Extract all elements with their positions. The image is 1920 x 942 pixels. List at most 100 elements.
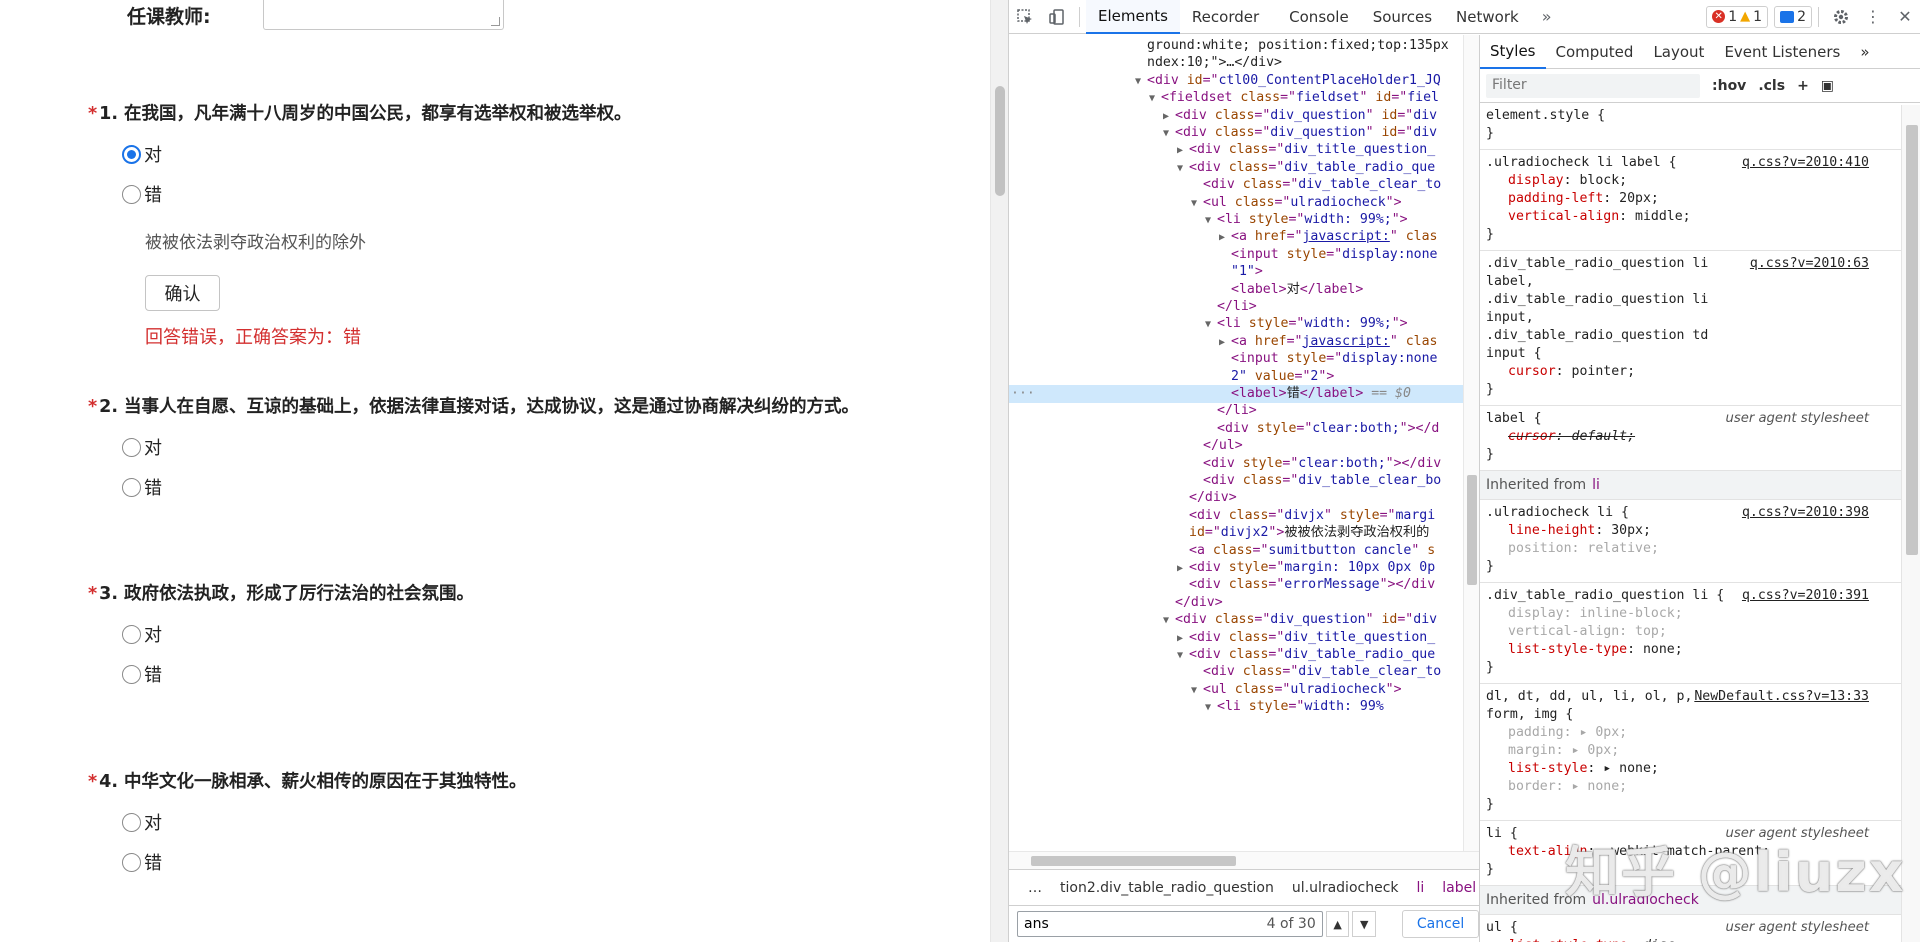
dom-node-line[interactable]: ▼ <div id="ctl00_ContentPlaceHolder1_JQ (1009, 72, 1463, 90)
css-property[interactable]: line-height: 30px; (1486, 522, 1869, 540)
expand-open-icon[interactable]: ▼ (1163, 612, 1175, 629)
tab-recorder[interactable]: Recorder (1180, 0, 1277, 34)
hover-state-toggle[interactable]: :hov (1712, 78, 1746, 94)
dom-node-line[interactable]: <input style="display:none (1009, 246, 1463, 264)
radio-label[interactable]: 错 (144, 181, 162, 207)
styles-tab[interactable]: Event Listeners (1714, 35, 1850, 69)
css-property[interactable]: vertical-align: middle; (1486, 208, 1869, 226)
radio-label[interactable]: 对 (144, 434, 162, 460)
dom-node-line[interactable]: ▼ <div class="div_question" id="div (1009, 611, 1463, 629)
css-property[interactable]: cursor: pointer; (1486, 363, 1869, 381)
more-tabs-icon[interactable]: » (1531, 0, 1563, 34)
radio-option[interactable]: 对 (122, 614, 968, 654)
dom-node-line[interactable]: 2" value="2"> (1009, 368, 1463, 386)
elements-vscroll-thumb[interactable] (1467, 475, 1477, 585)
dom-node-line[interactable]: <div class="divjx" style="margi (1009, 507, 1463, 525)
css-property[interactable]: display: block; (1486, 172, 1869, 190)
rule-source-link[interactable]: q.css?v=2010:410 (1742, 154, 1869, 172)
css-property[interactable]: display: inline-block; (1486, 605, 1869, 623)
kebab-menu-icon[interactable]: ⋮ (1857, 0, 1889, 34)
dom-node-line[interactable]: ▼ <li style="width: 99%;"> (1009, 211, 1463, 229)
radio-option[interactable]: 对 (122, 802, 968, 842)
close-devtools-icon[interactable]: ✕ (1889, 0, 1920, 34)
tab-network[interactable]: Network (1444, 0, 1531, 34)
page-scrollbar-thumb[interactable] (995, 86, 1005, 196)
radio-option[interactable]: 错 (122, 654, 968, 694)
search-previous-button[interactable]: ▲ (1325, 911, 1350, 937)
breadcrumb-item[interactable]: tion2.div_table_radio_question (1051, 880, 1283, 896)
expand-open-icon[interactable]: ▼ (1177, 160, 1189, 177)
tab-elements[interactable]: Elements (1086, 0, 1180, 34)
confirm-button[interactable]: 确认 (145, 275, 220, 311)
rule-source-link[interactable]: NewDefault.css?v=13:33 (1694, 688, 1869, 706)
dom-node-line[interactable]: ▼ <li style="width: 99% (1009, 698, 1463, 716)
dom-node-line[interactable]: ▼ <div class="div_table_radio_que (1009, 159, 1463, 177)
messages-badge[interactable]: 2 (1774, 5, 1812, 28)
dom-node-line[interactable]: <label>对</label> (1009, 281, 1463, 299)
breadcrumb-item[interactable]: … (1019, 880, 1051, 896)
css-property[interactable]: cursor: default; (1486, 428, 1869, 446)
styles-tab[interactable]: Styles (1480, 35, 1546, 69)
expand-closed-icon[interactable]: ▶ (1219, 229, 1231, 246)
expand-closed-icon[interactable]: ▶ (1177, 142, 1189, 159)
dom-node-line[interactable]: ▶ <a href="javascript:" clas (1009, 228, 1463, 246)
dom-node-line[interactable]: </ul> (1009, 437, 1463, 455)
css-property[interactable]: vertical-align: top; (1486, 623, 1869, 641)
radio-button[interactable] (122, 144, 141, 164)
css-property[interactable]: border: ▸ none; (1486, 778, 1869, 796)
dom-node-line[interactable]: </li> (1009, 402, 1463, 420)
radio-button[interactable] (122, 477, 141, 497)
css-property[interactable]: padding: ▸ 0px; (1486, 724, 1869, 742)
dom-node-line[interactable]: <div class="div_table_clear_bo (1009, 472, 1463, 490)
radio-label[interactable]: 错 (144, 661, 162, 687)
computed-sidebar-icon[interactable]: ▣ (1821, 78, 1834, 94)
dom-node-line[interactable]: "1"> (1009, 263, 1463, 281)
rule-selector[interactable]: element.style { (1486, 107, 1869, 125)
dom-node-line[interactable]: ▼ <ul class="ulradiocheck"> (1009, 194, 1463, 212)
settings-gear-icon[interactable] (1825, 0, 1857, 34)
expand-open-icon[interactable]: ▼ (1205, 316, 1217, 333)
expand-closed-icon[interactable]: ▶ (1177, 560, 1189, 577)
expand-open-icon[interactable]: ▼ (1191, 682, 1203, 699)
styles-tab[interactable]: » (1850, 35, 1879, 69)
radio-label[interactable]: 对 (144, 621, 162, 647)
radio-label[interactable]: 对 (144, 141, 162, 167)
tab-sources[interactable]: Sources (1361, 0, 1444, 34)
dom-node-line[interactable]: <div class="errorMessage"></div (1009, 576, 1463, 594)
teacher-input[interactable] (263, 0, 504, 30)
dom-node-line[interactable]: ▼ <li style="width: 99%;"> (1009, 315, 1463, 333)
dom-node-line[interactable]: <div style="clear:both;"></div (1009, 455, 1463, 473)
styles-scrollbar[interactable] (1901, 105, 1920, 942)
radio-label[interactable]: 对 (144, 809, 162, 835)
breadcrumb-item[interactable]: label (1433, 880, 1479, 896)
css-property[interactable]: list-style: ▸ none; (1486, 760, 1869, 778)
radio-option[interactable]: 错 (122, 842, 968, 882)
rule-source-link[interactable]: q.css?v=2010:63 (1750, 255, 1869, 273)
expand-open-icon[interactable]: ▼ (1135, 73, 1147, 90)
rule-source-link[interactable]: q.css?v=2010:398 (1742, 504, 1869, 522)
radio-label[interactable]: 错 (144, 474, 162, 500)
tab-console[interactable]: Console (1277, 0, 1361, 34)
expand-open-icon[interactable]: ▼ (1177, 647, 1189, 664)
dom-node-line[interactable]: id="divjx2">被被依法剥夺政治权利的 (1009, 524, 1463, 542)
dom-node-line[interactable]: ▼ <fieldset class="fieldset" id="fiel (1009, 89, 1463, 107)
dom-node-line[interactable]: ▶ <div style="margin: 10px 0px 0p (1009, 559, 1463, 577)
radio-button[interactable] (122, 624, 141, 644)
expand-open-icon[interactable]: ▼ (1205, 212, 1217, 229)
dom-node-line[interactable]: ground:white; position:fixed;top:135px (1009, 37, 1463, 55)
styles-scroll-thumb[interactable] (1906, 125, 1918, 555)
radio-button[interactable] (122, 664, 141, 684)
device-toggle-icon[interactable] (1041, 0, 1073, 34)
expand-closed-icon[interactable]: ▶ (1163, 108, 1175, 125)
styles-filter-input[interactable]: Filter (1486, 73, 1700, 98)
dom-node-line[interactable]: </li> (1009, 298, 1463, 316)
radio-option[interactable]: 对 (122, 427, 968, 467)
radio-button[interactable] (122, 184, 141, 204)
radio-option[interactable]: 错 (122, 467, 968, 507)
css-property[interactable]: list-style-type: none; (1486, 641, 1869, 659)
elements-search-input[interactable]: ans 4 of 30 (1017, 911, 1323, 937)
css-property[interactable]: padding-left: 20px; (1486, 190, 1869, 208)
dom-node-line[interactable]: ndex:10;">…</div> (1009, 54, 1463, 72)
css-property[interactable]: margin: ▸ 0px; (1486, 742, 1869, 760)
elements-horizontal-scrollbar[interactable] (1009, 851, 1479, 869)
